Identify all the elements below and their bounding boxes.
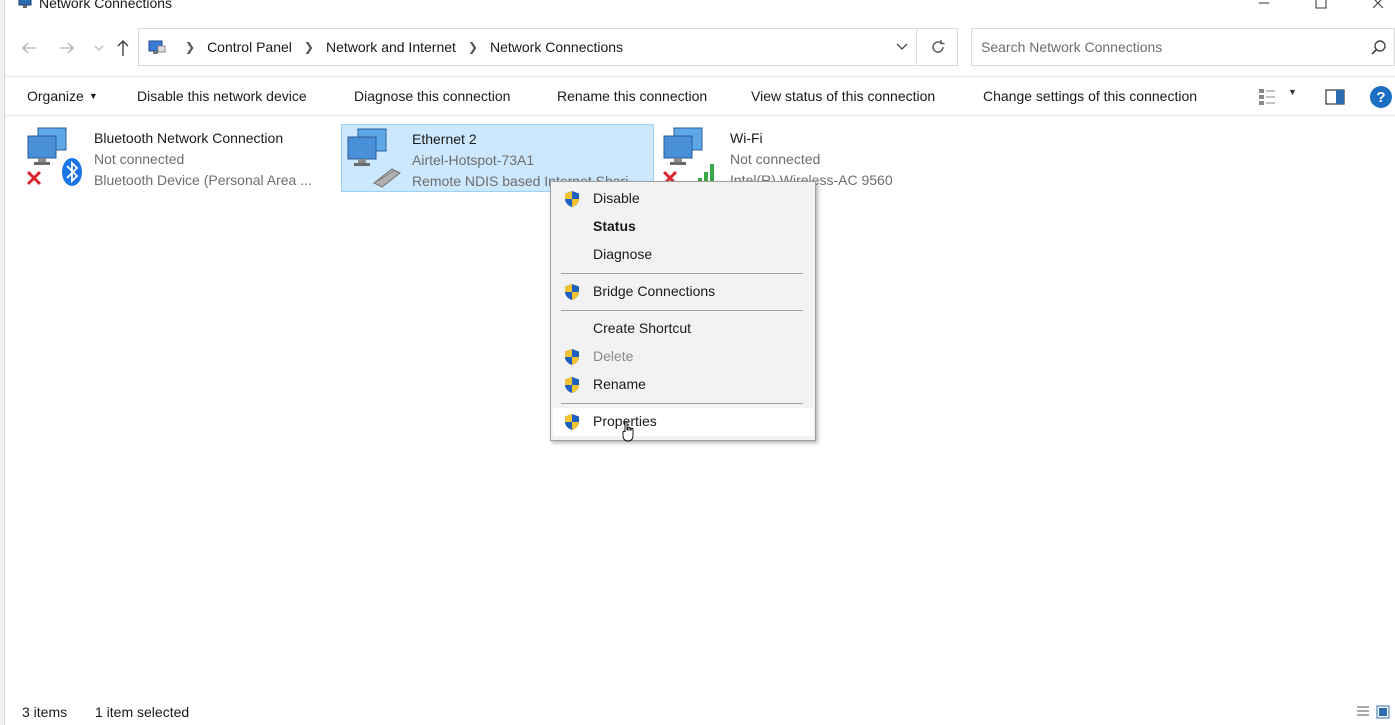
- arrow-left-icon: [22, 42, 36, 54]
- arrow-right-icon: [60, 42, 74, 54]
- menu-separator: [561, 273, 803, 274]
- connection-item-bluetooth[interactable]: Bluetooth Network Connection Not connect…: [24, 124, 334, 192]
- breadcrumb-separator[interactable]: ❯: [304, 40, 314, 54]
- ethernet-network-icon: [347, 128, 401, 188]
- connection-name: Bluetooth Network Connection: [94, 130, 284, 146]
- menu-item-rename[interactable]: Rename: [553, 371, 813, 399]
- minimize-icon: [1259, 2, 1269, 4]
- selection-count: 1 item selected: [95, 704, 190, 720]
- mouse-pointer-icon: [622, 421, 634, 442]
- menu-item-label: Create Shortcut: [593, 320, 692, 336]
- breadcrumb-network-and-internet[interactable]: Network and Internet: [326, 39, 456, 55]
- context-menu: Disable Status Diagnose Bridge Connectio…: [550, 181, 816, 441]
- up-button[interactable]: [111, 34, 135, 62]
- address-dropdown-button[interactable]: [887, 29, 917, 65]
- view-options-dropdown[interactable]: ▼: [1288, 87, 1297, 97]
- search-box[interactable]: [971, 28, 1395, 66]
- breadcrumb-network-connections[interactable]: Network Connections: [490, 39, 623, 55]
- back-button[interactable]: [17, 34, 41, 62]
- breadcrumb-separator: ❯: [185, 40, 196, 54]
- connection-name: Ethernet 2: [412, 131, 477, 147]
- connection-name: Wi-Fi: [730, 130, 763, 146]
- view-status-button[interactable]: View status of this connection: [751, 88, 935, 104]
- wifi-network-icon: [662, 127, 714, 186]
- diagnose-connection-button[interactable]: Diagnose this connection: [354, 88, 510, 104]
- menu-item-delete: Delete: [553, 343, 813, 371]
- connection-status: Not connected: [730, 151, 821, 167]
- connection-text: Bluetooth Network Connection Not connect…: [94, 128, 312, 191]
- bluetooth-network-icon: [26, 127, 82, 186]
- caret-down-icon: ▼: [88, 91, 98, 101]
- forward-button[interactable]: [55, 34, 79, 62]
- menu-item-label: Rename: [593, 376, 646, 392]
- disable-device-button[interactable]: Disable this network device: [137, 88, 307, 104]
- address-row: ❯ Control Panel ❯ Network and Internet ❯…: [5, 28, 1395, 68]
- change-settings-button[interactable]: Change settings of this connection: [983, 88, 1197, 104]
- uac-shield-icon: [565, 191, 579, 207]
- menu-item-label: Delete: [593, 348, 634, 364]
- breadcrumb: ❯ Control Panel ❯ Network and Internet ❯…: [147, 29, 623, 65]
- menu-separator: [561, 403, 803, 404]
- menu-item-label: Status: [593, 218, 636, 234]
- address-bar[interactable]: ❯ Control Panel ❯ Network and Internet ❯…: [138, 28, 958, 66]
- arrow-up-icon: [117, 40, 129, 56]
- uac-shield-icon: [565, 284, 579, 300]
- chevron-down-icon: [94, 45, 104, 51]
- chevron-down-icon: [896, 43, 907, 50]
- menu-separator: [561, 310, 803, 311]
- title-bar: Network Connections: [5, 0, 1395, 14]
- menu-item-diagnose[interactable]: Diagnose: [553, 241, 813, 269]
- details-view-icon[interactable]: [1355, 704, 1371, 720]
- refresh-button[interactable]: [919, 29, 957, 65]
- uac-shield-icon: [565, 414, 579, 430]
- rename-connection-button[interactable]: Rename this connection: [557, 88, 707, 104]
- menu-item-label: Disable: [593, 190, 640, 206]
- uac-shield-icon: [565, 349, 579, 365]
- menu-item-label: Diagnose: [593, 246, 653, 262]
- close-button[interactable]: [1355, 0, 1395, 14]
- window-title: Network Connections: [39, 0, 173, 11]
- menu-item-bridge-connections[interactable]: Bridge Connections: [553, 278, 813, 306]
- connection-status: Not connected: [94, 151, 185, 167]
- item-count: 3 items: [22, 704, 68, 720]
- menu-item-status[interactable]: Status: [553, 213, 813, 241]
- organize-label: Organize: [27, 88, 84, 104]
- menu-item-disable[interactable]: Disable: [553, 185, 813, 213]
- close-icon: [1372, 0, 1384, 9]
- preview-pane-icon[interactable]: [1325, 88, 1345, 106]
- minimize-button[interactable]: [1241, 0, 1287, 14]
- connection-status: Airtel-Hotspot-73A1: [412, 152, 535, 168]
- uac-shield-icon: [565, 377, 579, 393]
- help-icon: ?: [1376, 88, 1386, 106]
- menu-item-create-shortcut[interactable]: Create Shortcut: [553, 315, 813, 343]
- control-panel-icon: [148, 40, 166, 54]
- menu-item-label: Bridge Connections: [593, 283, 716, 299]
- menu-item-properties[interactable]: Properties: [553, 408, 813, 436]
- search-input[interactable]: [981, 38, 1361, 56]
- recent-locations-button[interactable]: [87, 34, 111, 62]
- organize-button[interactable]: Organize ▼: [27, 88, 98, 104]
- network-connections-icon: [18, 0, 32, 8]
- command-bar: Organize ▼ Disable this network device Di…: [5, 76, 1395, 116]
- maximize-button[interactable]: [1298, 0, 1344, 14]
- maximize-icon: [1315, 0, 1327, 9]
- change-view-icon[interactable]: [1257, 87, 1277, 107]
- search-icon[interactable]: [1370, 39, 1388, 57]
- large-icons-view-icon[interactable]: [1375, 704, 1391, 720]
- refresh-icon: [932, 40, 945, 53]
- status-bar: 3 items 1 item selected: [5, 700, 1395, 725]
- breadcrumb-control-panel[interactable]: Control Panel: [207, 39, 292, 55]
- breadcrumb-separator[interactable]: ❯: [468, 40, 478, 54]
- connection-device: Bluetooth Device (Personal Area ...: [94, 172, 312, 188]
- help-button[interactable]: ?: [1370, 86, 1392, 108]
